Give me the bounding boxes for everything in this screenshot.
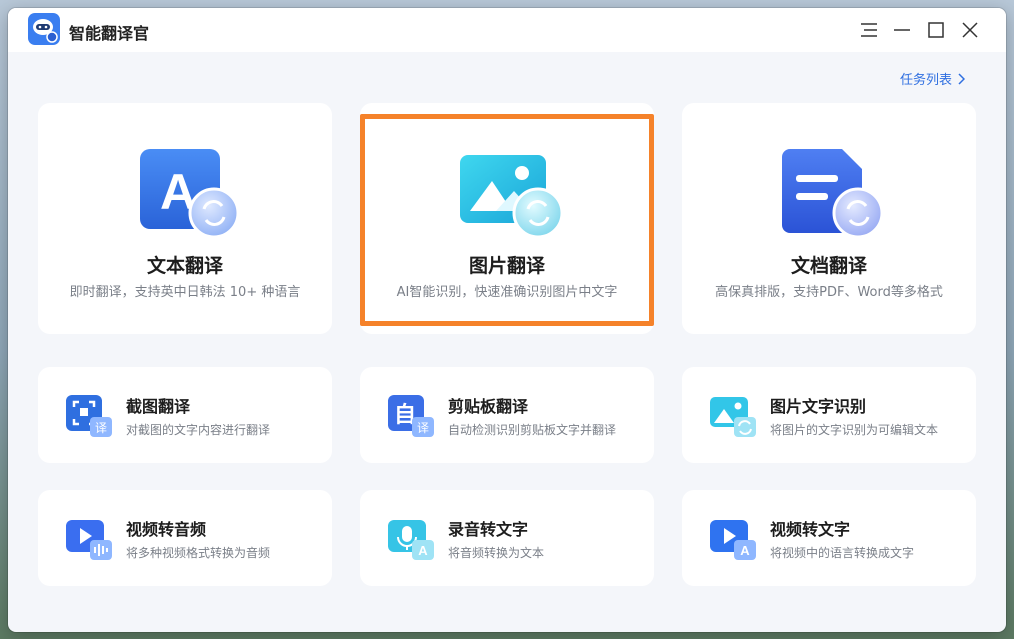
tool-description: 自动检测识别剪贴板文字并翻译 [448, 423, 617, 437]
image-ocr-icon [710, 397, 756, 437]
document-translate-card[interactable]: 文档翻译 高保真排版，支持PDF、Word等多格式 [682, 103, 976, 334]
task-list-label: 任务列表 [900, 73, 953, 88]
audio-to-text-card[interactable]: A 录音转文字 将音频转换为文本 [360, 490, 654, 586]
menu-icon [861, 23, 877, 37]
text-translate-card[interactable]: A 文本翻译 即时翻译，支持英中日韩法 10+ 种语言 [38, 103, 332, 334]
card-description: 高保真排版，支持PDF、Word等多格式 [715, 285, 943, 300]
video-to-text-card[interactable]: A 视频转文字 将视频中的语言转换成文字 [682, 490, 976, 586]
tool-title: 录音转文字 [448, 520, 529, 539]
app-title: 智能翻译官 [69, 24, 150, 43]
video-to-audio-icon [66, 520, 112, 560]
close-button[interactable] [958, 18, 982, 42]
tool-description: 将音频转换为文本 [448, 546, 545, 560]
maximize-icon [928, 22, 944, 38]
tool-description: 对截图的文字内容进行翻译 [126, 423, 271, 437]
minimize-button[interactable] [890, 18, 914, 42]
tool-description: 将视频中的语言转换成文字 [770, 546, 915, 560]
document-translate-icon [782, 149, 884, 239]
card-title: 文本翻译 [146, 255, 223, 277]
image-translate-icon [460, 155, 564, 239]
chevron-right-icon [958, 72, 966, 85]
svg-text:A: A [740, 543, 750, 558]
video-to-text-icon: A [710, 520, 756, 560]
close-icon [962, 22, 978, 38]
card-title: 文档翻译 [790, 255, 867, 277]
app-logo-icon [28, 13, 60, 45]
maximize-button[interactable] [924, 18, 948, 42]
tool-title: 视频转音频 [126, 520, 207, 539]
image-ocr-card[interactable]: 图片文字识别 将图片的文字识别为可编辑文本 [682, 367, 976, 463]
audio-to-text-icon: A [388, 520, 434, 560]
tool-title: 图片文字识别 [770, 397, 867, 416]
video-to-audio-card[interactable]: 视频转音频 将多种视频格式转换为音频 [38, 490, 332, 586]
screenshot-translate-card[interactable]: 译 截图翻译 对截图的文字内容进行翻译 [38, 367, 332, 463]
svg-text:A: A [418, 543, 428, 558]
card-description: AI智能识别，快速准确识别图片中文字 [396, 285, 618, 300]
menu-button[interactable] [857, 18, 881, 42]
tool-description: 将图片的文字识别为可编辑文本 [770, 423, 939, 437]
clipboard-translate-card[interactable]: 自 译 剪贴板翻译 自动检测识别剪贴板文字并翻译 [360, 367, 654, 463]
text-translate-icon: A [140, 149, 240, 239]
minimize-icon [894, 29, 910, 31]
image-translate-card[interactable]: 图片翻译 AI智能识别，快速准确识别图片中文字 [360, 103, 654, 334]
svg-text:译: 译 [95, 421, 107, 435]
task-list-link[interactable]: 任务列表 [900, 69, 966, 88]
svg-text:译: 译 [417, 421, 429, 435]
title-bar: 智能翻译官 [8, 8, 1006, 52]
card-title: 图片翻译 [468, 255, 545, 277]
tool-title: 剪贴板翻译 [448, 397, 529, 416]
tool-description: 将多种视频格式转换为音频 [126, 546, 271, 560]
clipboard-translate-icon: 自 译 [388, 395, 434, 437]
tool-title: 视频转文字 [770, 520, 851, 539]
card-description: 即时翻译，支持英中日韩法 10+ 种语言 [69, 285, 301, 300]
tool-title: 截图翻译 [126, 397, 191, 416]
screenshot-translate-icon: 译 [66, 395, 112, 437]
app-window: 智能翻译官 任务列表 A 文本翻译 即时翻译，支持英中日韩法 10+ 种语言 图… [8, 8, 1006, 632]
